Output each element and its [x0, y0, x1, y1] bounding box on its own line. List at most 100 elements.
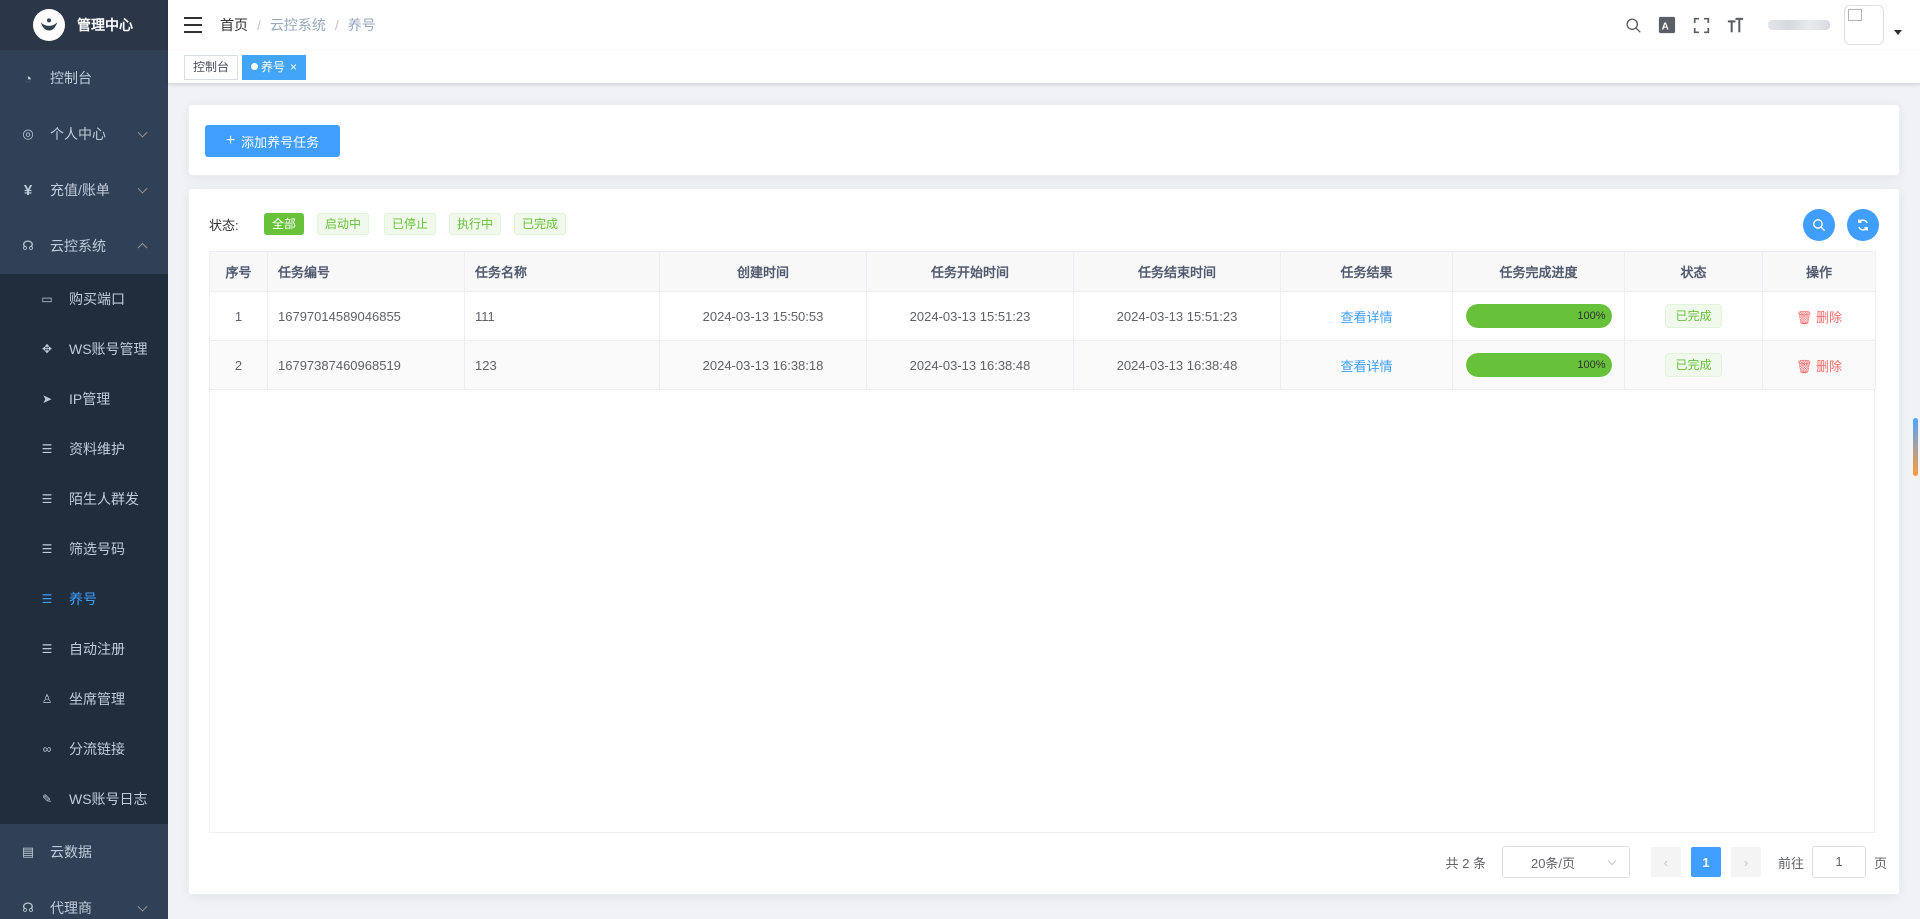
- toolbar-card: + 添加养号任务: [188, 104, 1900, 176]
- table-header-row: 序号 任务编号 任务名称 创建时间 任务开始时间 任务结束时间 任务结果 任务完…: [209, 251, 1876, 292]
- sidebar-item-label: 资料维护: [69, 441, 125, 457]
- sidebar-item-cloud-control[interactable]: ☊ 云控系统: [0, 218, 168, 274]
- sidebar-item-ws-account[interactable]: ✥ WS账号管理: [0, 324, 168, 374]
- sidebar-item-profile-maintenance[interactable]: ☰ 资料维护: [0, 424, 168, 474]
- column-header: 状态: [1624, 251, 1763, 292]
- fullscreen-icon[interactable]: [1691, 15, 1711, 35]
- sidebar-item-label: 代理商: [50, 900, 92, 916]
- search-icon[interactable]: [1623, 15, 1643, 35]
- sidebar-item-cloud-data[interactable]: ▤ 云数据: [0, 824, 168, 880]
- prev-page-button[interactable]: ‹: [1650, 847, 1681, 877]
- sidebar-item-account-nurturing[interactable]: ☰ 养号: [0, 574, 168, 624]
- column-header: 操作: [1762, 251, 1876, 292]
- page-size-value: 20条/页: [1530, 855, 1576, 871]
- delete-button[interactable]: 🗑 删除: [1796, 310, 1842, 325]
- delete-button[interactable]: 🗑 删除: [1796, 359, 1842, 374]
- progress-fill: 100%: [1465, 353, 1612, 377]
- person-icon: ♙: [41, 692, 53, 706]
- sidebar-item-label: IP管理: [69, 391, 111, 407]
- edit-icon: ✎: [41, 792, 53, 806]
- cell-status: 已完成: [1624, 340, 1763, 390]
- sidebar-item-stranger-broadcast[interactable]: ☰ 陌生人群发: [0, 474, 168, 524]
- caret-down-icon[interactable]: [1894, 29, 1902, 35]
- sidebar-item-ws-account-log[interactable]: ✎ WS账号日志: [0, 774, 168, 824]
- sidebar-item-label: WS账号日志: [69, 791, 148, 807]
- broken-image-icon: [1848, 9, 1862, 21]
- sidebar-item-buy-port[interactable]: ▭ 购买端口: [0, 274, 168, 324]
- sidebar-item-auto-register[interactable]: ☰ 自动注册: [0, 624, 168, 674]
- add-task-button[interactable]: + 添加养号任务: [205, 125, 340, 157]
- chevron-up-icon: [137, 242, 148, 253]
- logo-title: 管理中心: [77, 17, 133, 33]
- font-size-icon[interactable]: [1725, 15, 1745, 35]
- page-size-select[interactable]: 20条/页: [1501, 846, 1630, 878]
- progress-fill: 100%: [1465, 304, 1612, 328]
- search-button[interactable]: [1803, 209, 1835, 241]
- breadcrumb-current: 养号: [347, 17, 376, 33]
- sidebar-item-label: 个人中心: [50, 126, 106, 142]
- refresh-button[interactable]: [1847, 209, 1879, 241]
- page-unit-label: 页: [1873, 855, 1887, 871]
- task-list-card: 状态: 全部 启动中 已停止 执行中 已完成 序号 任务编号 任务名称 创建时间…: [188, 188, 1900, 895]
- sidebar-item-dashboard[interactable]: ◔ 控制台: [0, 50, 168, 106]
- sidebar-item-label: 坐席管理: [69, 691, 125, 707]
- filter-stopped[interactable]: 已停止: [384, 213, 437, 235]
- sidebar-item-label: 筛选号码: [69, 541, 125, 557]
- logo[interactable]: 管理中心: [0, 0, 168, 50]
- sidebar-item-personal-center[interactable]: ◎ 个人中心: [0, 106, 168, 162]
- breadcrumb-separator: /: [334, 17, 339, 33]
- view-details-link[interactable]: 查看详情: [1340, 310, 1392, 325]
- pagination: 共 2 条 20条/页 ‹ 1 › 前往 1 页: [1446, 846, 1887, 878]
- sidebar-item-seat-management[interactable]: ♙ 坐席管理: [0, 674, 168, 724]
- filter-completed[interactable]: 已完成: [514, 213, 567, 235]
- sidebar-item-agent[interactable]: ☊ 代理商: [0, 880, 168, 919]
- next-page-button[interactable]: ›: [1730, 847, 1761, 877]
- cell-result: 查看详情: [1280, 291, 1453, 341]
- chevron-down-icon: [137, 901, 148, 912]
- progress-bar: 100%: [1465, 304, 1612, 328]
- column-header: 序号: [209, 251, 268, 292]
- breadcrumb: 首页 / 云控系统 / 养号: [220, 15, 376, 35]
- filter-executing[interactable]: 执行中: [449, 213, 502, 235]
- tag-dashboard[interactable]: 控制台: [184, 55, 239, 80]
- sidebar-item-filter-numbers[interactable]: ☰ 筛选号码: [0, 524, 168, 574]
- filter-all[interactable]: 全部: [264, 213, 305, 235]
- document-icon: ▤: [21, 844, 35, 859]
- avatar[interactable]: [1844, 5, 1884, 45]
- sidebar-item-label: 云数据: [50, 844, 92, 860]
- close-icon[interactable]: ×: [290, 60, 297, 74]
- sidebar-item-label: 分流链接: [69, 741, 125, 757]
- sidebar-item-label: 自动注册: [69, 641, 125, 657]
- cell-created: 2024-03-13 16:38:18: [659, 340, 867, 390]
- breadcrumb-separator: /: [257, 17, 261, 33]
- view-details-link[interactable]: 查看详情: [1340, 359, 1392, 374]
- right-menu: A: [1616, 0, 1920, 50]
- cell-start: 2024-03-13 16:38:48: [866, 340, 1074, 390]
- menu-toggle-icon[interactable]: [184, 17, 202, 33]
- trash-icon: 🗑: [1795, 309, 1813, 325]
- scroll-indicator[interactable]: [1913, 418, 1918, 476]
- tag-account-nurturing[interactable]: 养号 ×: [242, 55, 307, 80]
- sidebar-item-recharge[interactable]: ¥ 充值/账单: [0, 162, 168, 218]
- list-icon: ☰: [41, 642, 53, 656]
- table-row: 1 16797014589046855 111 2024-03-13 15:50…: [209, 291, 1876, 341]
- breadcrumb-home[interactable]: 首页: [220, 15, 248, 35]
- link-icon: ∞: [42, 742, 52, 756]
- sidebar-item-label: 充值/账单: [50, 182, 110, 198]
- sidebar-item-split-link[interactable]: ∞ 分流链接: [0, 724, 168, 774]
- cell-index: 2: [209, 340, 268, 390]
- breadcrumb-cloud-control: 云控系统: [269, 17, 326, 33]
- translate-icon[interactable]: A: [1657, 15, 1677, 35]
- task-table: 序号 任务编号 任务名称 创建时间 任务开始时间 任务结束时间 任务结果 任务完…: [209, 251, 1876, 390]
- cell-action: 🗑 删除: [1762, 340, 1876, 390]
- sidebar-item-ip[interactable]: ➤ IP管理: [0, 374, 168, 424]
- filter-starting[interactable]: 启动中: [317, 213, 370, 235]
- cell-task-no: 16797014589046855: [267, 291, 465, 341]
- page-number-button[interactable]: 1: [1690, 847, 1721, 877]
- progress-bar: 100%: [1465, 353, 1612, 377]
- cell-task-no: 16797387460968519: [267, 340, 465, 390]
- goto-page-input[interactable]: 1: [1811, 846, 1866, 878]
- add-task-label: 添加养号任务: [241, 134, 320, 150]
- active-dot-icon: [251, 63, 258, 70]
- cloud-control-submenu: ▭ 购买端口 ✥ WS账号管理 ➤ IP管理 ☰ 资料维护 ☰ 陌生人群发 ☰ …: [0, 274, 168, 824]
